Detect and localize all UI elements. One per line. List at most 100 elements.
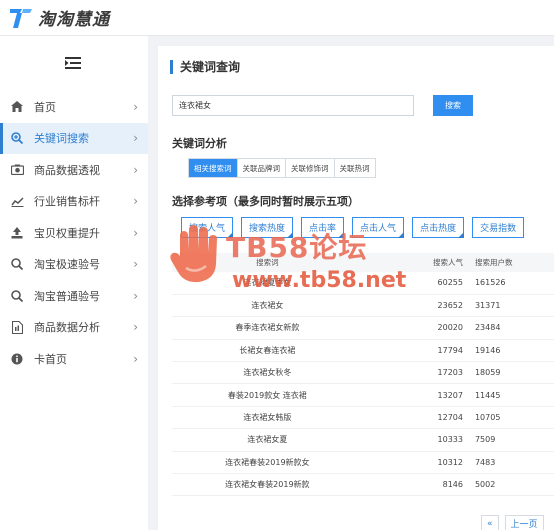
cell-users: 10705: [466, 406, 554, 430]
sidebar-item-home[interactable]: 首页 ›: [0, 91, 148, 123]
sidebar-item-card-home[interactable]: 卡首页 ›: [0, 343, 148, 375]
table-row[interactable]: 连衣裙春装2019新款女 10312 7483: [172, 451, 554, 475]
cell-popularity: 20020: [362, 316, 467, 340]
reference-section-title: 选择参考项（最多同时暂时展示五项）: [172, 195, 359, 208]
analysis-section-title: 关键词分析: [172, 137, 227, 150]
chevron-right-icon: ›: [133, 99, 138, 114]
sidebar-item-industry-benchmark[interactable]: 行业销售标杆 ›: [0, 186, 148, 218]
sidebar-item-keyword-search[interactable]: 关键词搜索 ›: [0, 122, 148, 154]
cell-users: 11445: [466, 383, 554, 407]
cell-keyword: 连衣裙女夏: [172, 428, 363, 452]
home-icon: [10, 100, 24, 114]
cell-popularity: 10333: [362, 428, 467, 452]
cell-users: 161526: [466, 272, 554, 295]
sidebar-item-label: 首页: [34, 100, 56, 114]
sidebar-item-label: 关键词搜索: [34, 132, 89, 146]
page-title: 关键词查询: [170, 60, 240, 74]
cell-users: 23484: [466, 316, 554, 340]
cell-keyword: 春装2019款女 连衣裙: [172, 383, 363, 407]
sidebar: 首页 › 关键词搜索 › 商品数据透视 › 行业销售标杆 › 宝贝权重提升 › …: [0, 36, 148, 530]
chevron-right-icon: ›: [133, 162, 138, 177]
chevron-right-icon: ›: [133, 320, 138, 335]
sidebar-item-label: 商品数据透视: [34, 163, 100, 177]
cell-users: 7483: [466, 451, 554, 475]
search-icon: [10, 257, 24, 271]
cell-popularity: 17203: [362, 361, 467, 385]
camera-icon: [10, 163, 24, 177]
top-bar: 淘淘慧通: [0, 0, 554, 36]
search-icon: [10, 289, 24, 303]
cell-users: 7509: [466, 428, 554, 452]
cell-popularity: 13207: [362, 383, 467, 407]
sidebar-menu: 首页 › 关键词搜索 › 商品数据透视 › 行业销售标杆 › 宝贝权重提升 › …: [0, 91, 148, 375]
cell-users: 5002: [466, 473, 554, 497]
selected-corner-icon: [458, 232, 465, 238]
tab-related-modifier[interactable]: 关联修饰词: [286, 159, 335, 177]
hand-logo-icon: [168, 222, 224, 286]
search-button[interactable]: 搜索: [433, 95, 473, 116]
table-row[interactable]: 春季连衣裙女新款 20020 23484: [172, 316, 554, 340]
info-icon: [10, 352, 24, 366]
sidebar-item-label: 淘宝极速验号: [34, 258, 100, 272]
cell-keyword: 连衣裙女春装2019新款: [172, 473, 363, 497]
chevron-right-icon: ›: [133, 257, 138, 272]
cell-keyword: 连衣裙春装2019新款女: [172, 451, 363, 475]
app-title: 淘淘慧通: [38, 10, 110, 30]
pagination: « 上一页: [481, 515, 544, 530]
prev-page-button[interactable]: 上一页: [504, 515, 544, 530]
filter-label: 交易指数: [480, 224, 517, 234]
chevron-right-icon: ›: [133, 288, 138, 303]
chevron-right-icon: ›: [133, 131, 138, 146]
cell-users: 18059: [466, 361, 554, 385]
sidebar-item-weight-boost[interactable]: 宝贝权重提升 ›: [0, 217, 148, 249]
filter-trade-index[interactable]: 交易指数: [472, 217, 525, 238]
cell-popularity: 8146: [362, 473, 467, 497]
cell-popularity: 12704: [362, 406, 467, 430]
document-icon: [10, 320, 24, 334]
watermark-url: www.tb58.net: [232, 268, 407, 293]
cell-keyword: 长裙女春连衣裙: [172, 339, 363, 363]
cell-keyword: 春季连衣裙女新款: [172, 316, 363, 340]
filter-label: 点击热度: [420, 224, 457, 234]
tab-related-hot[interactable]: 关联热词: [334, 159, 375, 177]
table-row[interactable]: 连衣裙女春装2019新款 8146 5002: [172, 473, 554, 497]
line-chart-icon: [10, 194, 24, 208]
cell-keyword: 连衣裙女秋冬: [172, 361, 363, 385]
table-row[interactable]: 连衣裙女韩版 12704 10705: [172, 406, 554, 430]
first-page-button[interactable]: «: [481, 515, 499, 530]
cell-users: 19146: [466, 339, 554, 363]
sidebar-item-fast-verify[interactable]: 淘宝极速验号 ›: [0, 249, 148, 281]
sidebar-item-product-data[interactable]: 商品数据透视 ›: [0, 154, 148, 186]
keyword-search-input[interactable]: [172, 95, 414, 116]
sidebar-item-product-analysis[interactable]: 商品数据分析 ›: [0, 312, 148, 344]
watermark: TB58论坛 www.tb58.net: [168, 222, 406, 302]
sidebar-item-normal-verify[interactable]: 淘宝普通验号 ›: [0, 280, 148, 312]
app-logo[interactable]: 淘淘慧通: [8, 5, 110, 30]
table-row[interactable]: 连衣裙女夏 10333 7509: [172, 428, 554, 452]
tab-related-brand[interactable]: 关联品牌词: [237, 159, 286, 177]
cell-popularity: 17794: [362, 339, 467, 363]
table-row[interactable]: 连衣裙女秋冬 17203 18059: [172, 361, 554, 385]
sidebar-item-label: 商品数据分析: [34, 321, 100, 335]
table-row[interactable]: 春装2019款女 连衣裙 13207 11445: [172, 383, 554, 407]
sidebar-item-label: 卡首页: [34, 352, 67, 366]
analysis-tabs: 相关搜索词 关联品牌词 关联修饰词 关联热词: [188, 158, 376, 178]
search-plus-icon: [10, 131, 24, 145]
filter-click-heat[interactable]: 点击热度: [412, 217, 465, 238]
tab-related-search[interactable]: 相关搜索词: [189, 159, 238, 177]
watermark-title: TB58论坛: [226, 231, 368, 264]
menu-toggle-icon[interactable]: [64, 55, 82, 69]
selected-corner-icon: [398, 232, 405, 238]
cell-popularity: 10312: [362, 451, 467, 475]
sidebar-item-label: 宝贝权重提升: [34, 226, 100, 240]
table-row[interactable]: 长裙女春连衣裙 17794 19146: [172, 339, 554, 363]
cell-keyword: 连衣裙女韩版: [172, 406, 363, 430]
sidebar-item-label: 行业销售标杆: [34, 195, 100, 209]
logo-icon: [8, 6, 34, 30]
sidebar-item-label: 淘宝普通验号: [34, 289, 100, 303]
cell-users: 31371: [466, 294, 554, 318]
chevron-right-icon: ›: [133, 225, 138, 240]
upload-icon: [10, 226, 24, 240]
column-header-search-users[interactable]: 搜索用户数: [466, 253, 554, 272]
chevron-right-icon: ›: [133, 351, 138, 366]
